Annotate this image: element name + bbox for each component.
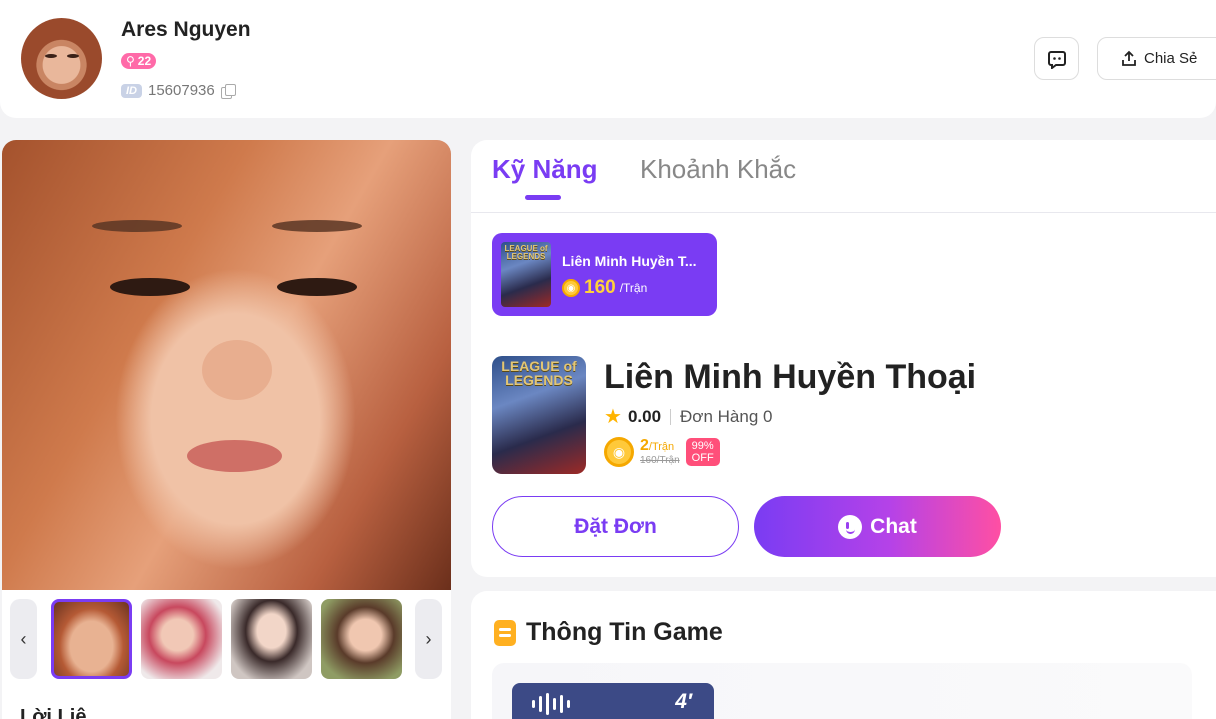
photo-thumbnail[interactable] <box>51 599 132 679</box>
photo-detail <box>272 220 362 232</box>
game-thumbnail: LEAGUE of LEGENDS <box>501 242 551 307</box>
user-id-row: ID 15607936 <box>121 82 236 99</box>
photo-thumbnail[interactable] <box>231 599 312 679</box>
chevron-left-icon: ‹ <box>20 628 27 649</box>
share-label: Chia Sẻ <box>1144 50 1198 67</box>
discount-badge: 99% OFF <box>685 438 720 466</box>
share-icon <box>1122 50 1136 66</box>
user-id: 15607936 <box>148 82 215 99</box>
photo-detail <box>92 220 182 232</box>
game-info-title: Thông Tin Game <box>526 618 723 646</box>
game-title: Liên Minh Huyền Thoại <box>604 358 977 396</box>
order-count: Đơn Hàng 0 <box>680 407 773 426</box>
rating-value: 0.00 <box>627 407 662 426</box>
price-current: 2/Trận <box>640 438 680 454</box>
voice-intro-player[interactable]: 4′ <box>512 683 714 719</box>
prev-photo-button[interactable]: ‹ <box>10 599 37 679</box>
username: Ares Nguyen <box>121 18 251 41</box>
photo-detail <box>277 278 357 296</box>
avatar-eye <box>67 54 79 58</box>
chevron-right-icon: › <box>425 628 432 649</box>
avatar-eye <box>45 54 57 58</box>
game-skill-chip[interactable]: LEAGUE of LEGENDS Liên Minh Huyền T... ◉… <box>492 233 717 316</box>
coin-icon: ◉ <box>562 279 580 297</box>
tab-skills[interactable]: Kỹ Năng <box>492 154 597 185</box>
photo-detail <box>110 278 190 296</box>
price-block: 2/Trận 160/Trận <box>640 438 680 466</box>
document-icon <box>494 620 516 646</box>
voice-duration: 4′ <box>675 690 692 713</box>
chip-game-title: Liên Minh Huyền T... <box>562 253 697 269</box>
price-unit: /Trận <box>648 441 675 453</box>
photo-thumbnail[interactable] <box>141 599 222 679</box>
game-cover: LEAGUE of LEGENDS <box>492 356 586 474</box>
photo-thumbnail[interactable] <box>321 599 402 679</box>
waveform-icon <box>532 693 570 715</box>
rating-row: ★ 0.00 Đơn Hàng 0 <box>604 407 772 427</box>
game-logo: LEAGUE of LEGENDS <box>504 244 548 261</box>
chat-label: Chat <box>870 514 917 538</box>
profile-header: Ares Nguyen ⚲ 22 ID 15607936 Chia Sẻ <box>0 0 1216 118</box>
price-original: 160/Trận <box>640 455 680 466</box>
message-button[interactable] <box>1034 37 1079 80</box>
thumbnail-strip: ‹ › <box>2 590 451 719</box>
next-photo-button[interactable]: › <box>415 599 442 679</box>
discount-percent: 99% <box>691 440 714 452</box>
chip-price-value: 160 <box>584 277 616 298</box>
share-button[interactable]: Chia Sẻ <box>1097 37 1216 80</box>
tab-moments[interactable]: Khoảnh Khắc <box>640 154 796 185</box>
section-label: Lời Liệ <box>20 706 87 719</box>
copy-icon[interactable] <box>220 84 236 99</box>
game-info-panel: Thông Tin Game 4′ <box>471 591 1216 719</box>
chat-button[interactable]: Chat <box>754 496 1001 557</box>
key-icon: ⚲ <box>126 54 135 68</box>
active-tab-indicator <box>525 195 561 200</box>
skill-panel: Kỹ Năng Khoảnh Khắc LEAGUE of LEGENDS Li… <box>471 140 1216 577</box>
coin-icon: ◉ <box>604 437 634 467</box>
main-photo[interactable] <box>2 140 451 590</box>
avatar[interactable] <box>21 18 102 99</box>
level-badge: ⚲ 22 <box>121 53 157 69</box>
divider <box>670 409 672 425</box>
photo-detail <box>202 340 272 400</box>
divider <box>471 212 1216 213</box>
game-logo: LEAGUE of LEGENDS <box>501 358 577 388</box>
chat-icon <box>838 514 863 539</box>
price-row: ◉ 2/Trận 160/Trận 99% OFF <box>604 437 720 467</box>
discount-off: OFF <box>691 452 714 464</box>
chip-price: ◉ 160 /Trận <box>562 277 647 299</box>
id-tag: ID <box>121 83 142 98</box>
level-value: 22 <box>137 54 152 68</box>
photo-detail <box>187 440 282 472</box>
message-icon <box>1047 50 1066 69</box>
place-order-button[interactable]: Đặt Đơn <box>492 496 739 557</box>
price-value: 2 <box>640 437 649 454</box>
star-icon: ★ <box>604 406 622 428</box>
chip-price-unit: /Trận <box>619 281 648 295</box>
